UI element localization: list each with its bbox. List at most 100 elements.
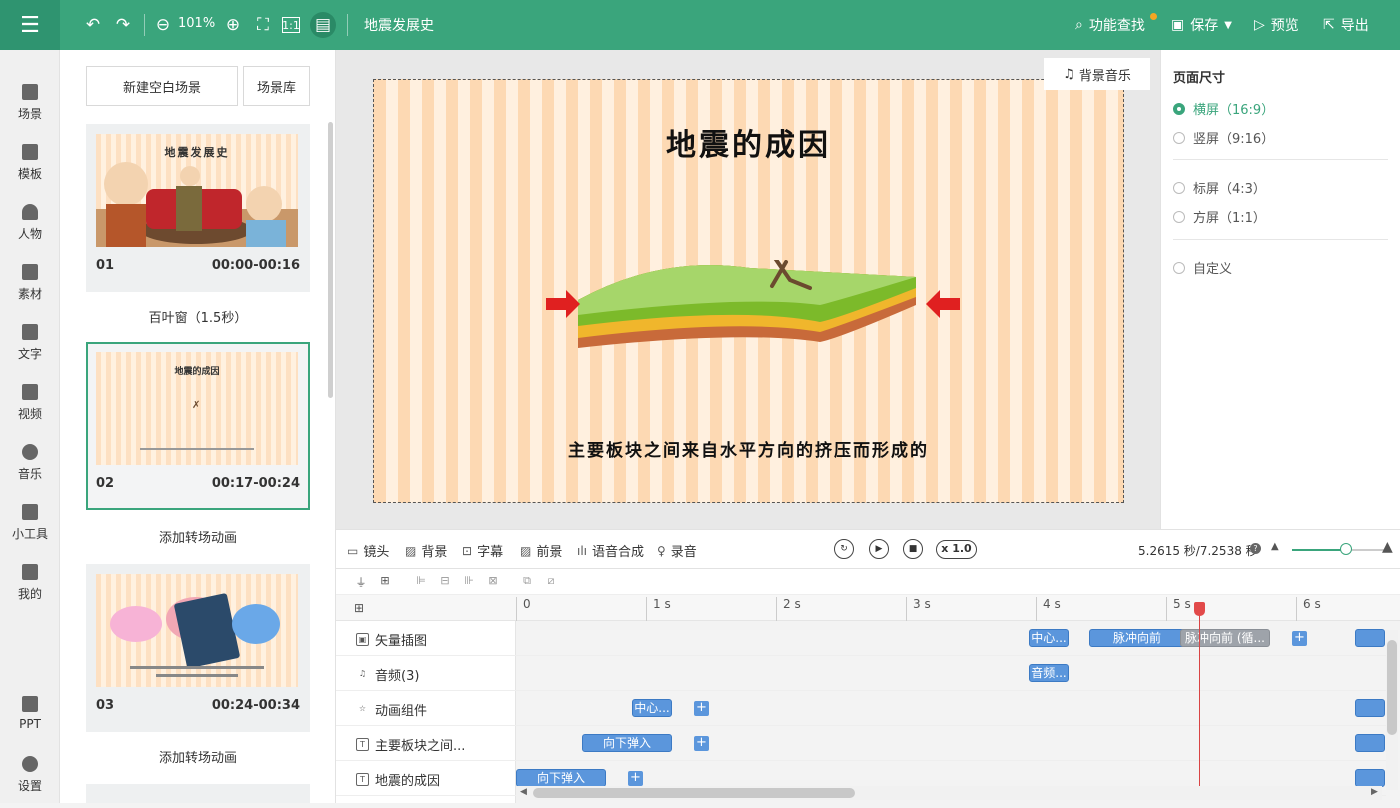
add-clip-button[interactable]: +	[694, 701, 709, 716]
tab-background[interactable]: ▨ 背景	[405, 541, 447, 561]
tab-subtitle[interactable]: ⊡ 字幕	[462, 541, 503, 561]
nav-item-video[interactable]: 视频	[0, 380, 60, 436]
clip[interactable]: 音频...	[1029, 664, 1069, 682]
tab-tts[interactable]: ılı 语音合成	[577, 541, 644, 561]
nav-item-text[interactable]: 文字	[0, 320, 60, 376]
track-label-animation[interactable]: ☆ 动画组件	[356, 700, 427, 719]
subtitle-icon: ⊡	[462, 543, 473, 558]
page-size-option-landscape[interactable]: 横屏（16:9）	[1173, 99, 1274, 118]
nav-item-tools[interactable]: 小工具	[0, 500, 60, 556]
page-size-option-square[interactable]: 方屏（1:1）	[1173, 207, 1266, 226]
replay-icon[interactable]: ↻	[834, 539, 854, 559]
split-layer-icon[interactable]: ⧄	[544, 574, 558, 588]
scene-card[interactable]: 地震发展史 01 00:00-00:16	[86, 124, 310, 292]
scene-number: 02	[96, 476, 115, 491]
timeline-ruler[interactable]	[336, 595, 1400, 621]
fullscreen-icon[interactable]: ⛶	[252, 14, 274, 36]
nav-item-scene[interactable]: 场景	[0, 80, 60, 136]
nav-item-material[interactable]: 素材	[0, 260, 60, 316]
copy-layer-icon[interactable]: ⧉	[520, 574, 534, 588]
tab-camera[interactable]: ▭ 镜头	[347, 541, 389, 561]
scene-card[interactable]: 03 00:24-00:34	[86, 564, 310, 732]
zoom-in-timeline-icon[interactable]: ▲	[1382, 539, 1393, 555]
play-icon[interactable]: ▶	[869, 539, 889, 559]
subtitle-mode-icon[interactable]: ▤	[310, 12, 336, 38]
page-size-option-custom[interactable]: 自定义	[1173, 258, 1232, 277]
function-search-button[interactable]: ⌕ 功能查找	[1075, 15, 1145, 35]
save-button[interactable]: ▣ 保存 ▼	[1171, 15, 1232, 35]
zoom-in-icon[interactable]: ⊕	[222, 14, 244, 36]
nav-item-character[interactable]: 人物	[0, 200, 60, 256]
transition-label[interactable]: 添加转场动画	[86, 527, 310, 546]
zoom-out-timeline-icon[interactable]: ▲	[1271, 541, 1279, 552]
transition-label[interactable]: 添加转场动画	[86, 747, 310, 766]
stop-icon[interactable]: ■	[903, 539, 923, 559]
group-icon[interactable]: ⊞	[378, 574, 392, 588]
help-icon[interactable]: ?	[1250, 543, 1261, 554]
menu-icon[interactable]: ☰	[0, 0, 60, 50]
page-size-option-standard[interactable]: 标屏（4:3）	[1173, 178, 1266, 197]
track-label-text-subtitle[interactable]: T 主要板块之间...	[356, 735, 465, 754]
filter-icon[interactable]: ⏚	[354, 574, 368, 589]
zoom-out-icon[interactable]: ⊖	[152, 14, 174, 36]
foreground-icon: ▨	[520, 543, 532, 558]
add-clip-button[interactable]: +	[628, 771, 643, 786]
track-label-vector[interactable]: ▣ 矢量插图	[356, 630, 427, 649]
actual-size-icon[interactable]: 1:1	[282, 17, 300, 33]
clip[interactable]	[1355, 699, 1385, 717]
clip[interactable]: 中心...	[632, 699, 672, 717]
add-clip-button[interactable]: +	[1292, 631, 1307, 646]
nav-item-ppt[interactable]: PPT	[0, 692, 60, 748]
clip[interactable]: 脉冲向前 (循...	[1180, 629, 1270, 647]
track-label-audio[interactable]: ♫ 音频(3)	[356, 665, 420, 684]
scene-list-scrollbar[interactable]	[328, 122, 333, 398]
scene-card-selected[interactable]: 地震的成因 ✗ 02 00:17-00:24	[86, 342, 310, 510]
clip[interactable]: 向下弹入	[516, 769, 606, 787]
scene-thumb-title: 地震的成因	[174, 367, 220, 377]
new-blank-scene-button[interactable]: 新建空白场景	[86, 66, 238, 106]
slide-title[interactable]: 地震的成因	[374, 120, 1123, 164]
clip[interactable]	[1355, 769, 1385, 787]
clip[interactable]	[1355, 629, 1385, 647]
toolbar-divider	[347, 14, 348, 36]
align-center-icon[interactable]: ⊟	[438, 574, 452, 588]
timeline-scroll-thumb[interactable]	[533, 788, 855, 798]
clip[interactable]: 中心...	[1029, 629, 1069, 647]
redo-icon[interactable]: ↷	[112, 14, 134, 36]
page-size-option-portrait[interactable]: 竖屏（9:16）	[1173, 128, 1274, 147]
playhead-handle[interactable]	[1194, 602, 1205, 616]
playback-speed[interactable]: x 1.0	[936, 540, 977, 559]
toolbox-icon	[22, 504, 38, 520]
nav-item-settings[interactable]: 设置	[0, 752, 60, 808]
timeline-zoom-handle[interactable]	[1340, 543, 1352, 555]
nav-item-mine[interactable]: 我的	[0, 560, 60, 616]
preview-button[interactable]: ▷ 预览	[1254, 15, 1299, 35]
undo-icon[interactable]: ↶	[82, 14, 104, 36]
align-left-icon[interactable]: ⊫	[414, 574, 428, 588]
clip[interactable]: 脉冲向前	[1089, 629, 1185, 647]
nav-item-template[interactable]: 模板	[0, 140, 60, 196]
clip[interactable]	[1355, 734, 1385, 752]
nav-item-music[interactable]: 音乐	[0, 440, 60, 496]
tab-foreground[interactable]: ▨ 前景	[520, 541, 562, 561]
scene-card[interactable]	[86, 784, 310, 803]
scene-library-button[interactable]: 场景库	[243, 66, 310, 106]
slide-stage[interactable]: 地震的成因 主要板块之间来自水平方向的挤压而形成的	[373, 79, 1124, 503]
timeline-vertical-thumb[interactable]	[1387, 640, 1397, 735]
export-button[interactable]: ⇱ 导出	[1323, 15, 1369, 35]
transition-label[interactable]: 百叶窗（1.5秒）	[86, 307, 310, 326]
clip[interactable]: 向下弹入	[582, 734, 672, 752]
distribute-icon[interactable]: ⊠	[486, 574, 500, 588]
layers-icon[interactable]: ⊞	[354, 601, 364, 615]
slide-subtitle[interactable]: 主要板块之间来自水平方向的挤压而形成的	[374, 436, 1123, 461]
tectonic-plate-illustration[interactable]	[540, 260, 962, 360]
tab-record[interactable]: ♀ 录音	[657, 541, 697, 561]
document-title[interactable]: 地震发展史	[364, 15, 434, 35]
scroll-left-icon[interactable]: ◀	[520, 787, 527, 797]
background-music-button[interactable]: ♫ 背景音乐	[1044, 58, 1150, 90]
add-clip-button[interactable]: +	[694, 736, 709, 751]
track-label-text-title[interactable]: T 地震的成因	[356, 770, 440, 789]
align-right-icon[interactable]: ⊪	[462, 574, 476, 588]
music-icon	[22, 444, 38, 460]
scroll-right-icon[interactable]: ▶	[1371, 787, 1378, 797]
